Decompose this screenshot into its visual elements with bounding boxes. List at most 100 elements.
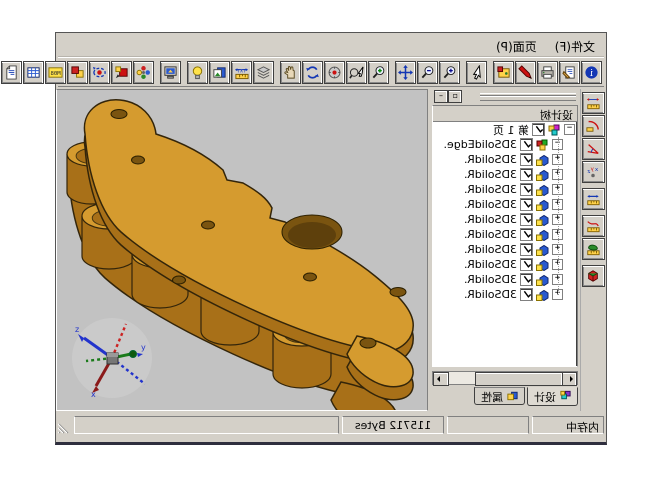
- red-square-icon: [114, 65, 129, 80]
- monitor-button[interactable]: [160, 61, 181, 84]
- table-button[interactable]: [23, 61, 44, 84]
- visibility-checkbox[interactable]: [520, 258, 533, 271]
- red-pen-icon: [518, 65, 533, 80]
- tree-row[interactable]: +3DSolidR.: [433, 152, 577, 167]
- layers-icon: [256, 65, 271, 80]
- panel-tab-properties[interactable]: 属性: [474, 387, 525, 405]
- visibility-checkbox[interactable]: [520, 228, 533, 241]
- feature-tree-panel: ▫ – 设计树 −第 1 页−3DSolidEdge.+3DSolidR.+3D…: [430, 89, 580, 411]
- tree-row[interactable]: +3DSolidR.: [433, 242, 577, 257]
- hand-button[interactable]: [280, 61, 301, 84]
- gear-flower-button[interactable]: [133, 61, 154, 84]
- feature-tree-box: 设计树 −第 1 页−3DSolidEdge.+3DSolidR.+3DSoli…: [432, 105, 578, 367]
- cursor-icon: [469, 65, 484, 80]
- resize-grip[interactable]: [58, 416, 71, 434]
- render-book-icon: [212, 65, 227, 80]
- bulb-button[interactable]: [187, 61, 208, 84]
- angle-measure-icon: [586, 142, 602, 156]
- panel-minimize-button[interactable]: –: [434, 90, 448, 103]
- tree-row[interactable]: +3DSolidR.: [433, 272, 577, 287]
- render-book-button[interactable]: [209, 61, 230, 84]
- visibility-checkbox[interactable]: [520, 153, 533, 166]
- zoom-out-button[interactable]: [417, 61, 438, 84]
- tree-row[interactable]: −第 1 页: [433, 122, 577, 137]
- red-pen-button[interactable]: [515, 61, 536, 84]
- status-bar: 内存中 115712 Bytes: [58, 414, 604, 437]
- panel-restore-button[interactable]: ▫: [448, 90, 462, 103]
- zoom-window-icon: [349, 65, 364, 80]
- measure-ruler-button[interactable]: TXT: [231, 61, 252, 84]
- tree-row[interactable]: +3DSolidR.: [433, 212, 577, 227]
- cubes-button[interactable]: [67, 61, 88, 84]
- tree-row[interactable]: +3DSolidR.: [433, 197, 577, 212]
- visibility-checkbox[interactable]: [520, 168, 533, 181]
- horizontal-dim-button[interactable]: [582, 188, 605, 210]
- zoom-select-button[interactable]: [368, 61, 389, 84]
- area-measure-button[interactable]: [582, 238, 605, 260]
- axis-label-x: x: [91, 390, 96, 399]
- tree-item-label: 3DSolidR.: [464, 153, 517, 166]
- visibility-checkbox[interactable]: [520, 243, 533, 256]
- visibility-checkbox[interactable]: [520, 273, 533, 286]
- new-doc-icon: [4, 65, 19, 80]
- info-button[interactable]: i: [581, 61, 602, 84]
- solid-part-icon: [535, 289, 550, 301]
- visibility-checkbox[interactable]: [520, 213, 533, 226]
- zoom-in-button[interactable]: [439, 61, 460, 84]
- pan-arrows-icon: [398, 65, 413, 80]
- rotate-view-button[interactable]: [302, 61, 323, 84]
- visibility-checkbox[interactable]: [520, 183, 533, 196]
- visibility-checkbox[interactable]: [520, 198, 533, 211]
- printer-button[interactable]: [537, 61, 558, 84]
- panel-drag-grip[interactable]: [480, 93, 576, 101]
- tree-row[interactable]: +3DSolidR.: [433, 167, 577, 182]
- visibility-checkbox[interactable]: [520, 138, 533, 151]
- left-arrow-icon: [570, 376, 573, 382]
- page-background: { "menu": { "items": [ { "label": "文件(F)…: [0, 0, 660, 477]
- circle-arrows-button[interactable]: [89, 61, 110, 84]
- visibility-checkbox[interactable]: [532, 123, 545, 136]
- menu-bar: 文件(F)页面(P): [58, 36, 604, 57]
- axis-triad: zxy: [72, 318, 152, 399]
- new-doc-button[interactable]: [1, 61, 22, 84]
- page-setup-icon: [562, 65, 577, 80]
- xyz-coord-button[interactable]: xyz: [582, 161, 605, 183]
- page-setup-button[interactable]: [559, 61, 580, 84]
- curve-measure-button[interactable]: [582, 215, 605, 237]
- scrollbar-thumb[interactable]: [475, 372, 563, 386]
- visibility-checkbox[interactable]: [520, 288, 533, 301]
- bracket-big-bore: [282, 215, 342, 249]
- tree-row[interactable]: +3DSolidR.: [433, 257, 577, 272]
- cursor-button[interactable]: [466, 61, 487, 84]
- tree-horizontal-scrollbar[interactable]: [432, 371, 578, 385]
- tree-row[interactable]: +3DSolidR.: [433, 227, 577, 242]
- palette-icon: [496, 65, 511, 80]
- monitor-icon: [163, 65, 178, 80]
- tree-row[interactable]: −3DSolidEdge.: [433, 137, 577, 152]
- scroll-right-button[interactable]: [433, 372, 449, 386]
- gcode-button[interactable]: M08: [45, 61, 66, 84]
- tree-row[interactable]: +3DSolidR.: [433, 287, 577, 302]
- palette-button[interactable]: [493, 61, 514, 84]
- svg-text:TXT: TXT: [237, 68, 247, 74]
- orbit-button[interactable]: [324, 61, 345, 84]
- layers-button[interactable]: [253, 61, 274, 84]
- status-memory: 内存中: [532, 416, 604, 434]
- menu-item-1[interactable]: 页面(P): [487, 36, 546, 54]
- arc-measure-icon: [586, 119, 602, 133]
- collapse-box-icon[interactable]: −: [564, 124, 575, 135]
- red-square-button[interactable]: [111, 61, 132, 84]
- zoom-window-button[interactable]: [346, 61, 367, 84]
- panel-tab-design[interactable]: 设计: [527, 387, 578, 406]
- model-viewport[interactable]: zxy: [56, 89, 428, 411]
- scroll-left-button[interactable]: [561, 372, 577, 386]
- tree-row[interactable]: +3DSolidR.: [433, 182, 577, 197]
- solid-cube-button[interactable]: [582, 265, 605, 287]
- dimension-ruler-button[interactable]: [582, 92, 605, 114]
- pan-arrows-button[interactable]: [395, 61, 416, 84]
- zoom-out-icon: [420, 65, 435, 80]
- menu-item-0[interactable]: 文件(F): [546, 36, 604, 54]
- angle-measure-button[interactable]: [582, 138, 605, 160]
- tree-item-label: 3DSolidR.: [464, 228, 517, 241]
- arc-measure-button[interactable]: [582, 115, 605, 137]
